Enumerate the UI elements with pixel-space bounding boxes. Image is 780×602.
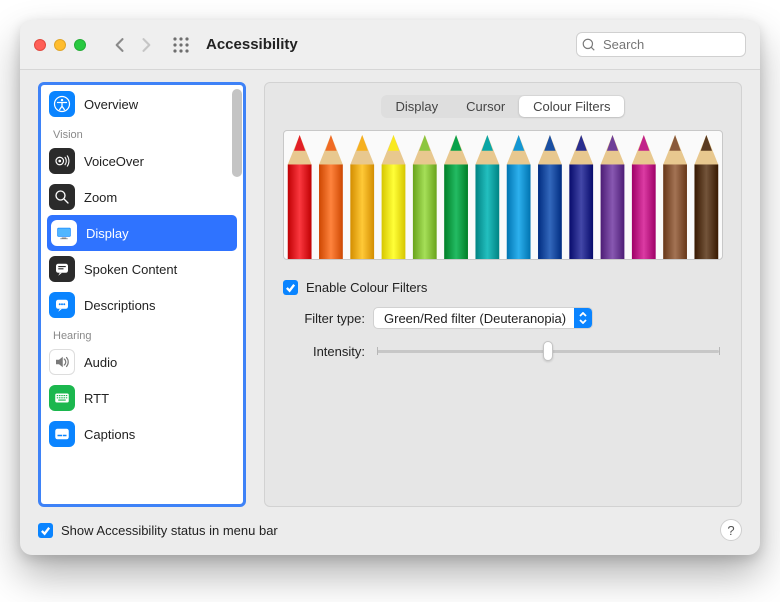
- window-minimize-button[interactable]: [54, 39, 66, 51]
- titlebar: Accessibility: [20, 20, 760, 70]
- nav-back-button[interactable]: [110, 35, 130, 55]
- tab-bar: Display Cursor Colour Filters: [381, 95, 626, 118]
- dropdown-stepper-icon: [574, 308, 592, 328]
- sidebar-item-voiceover[interactable]: VoiceOver: [41, 143, 243, 179]
- columns: Overview Vision VoiceOver Zoom: [38, 82, 742, 507]
- intensity-slider[interactable]: [373, 341, 723, 361]
- search-icon: [582, 38, 596, 52]
- nav-arrows: [110, 35, 156, 55]
- window-fullscreen-button[interactable]: [74, 39, 86, 51]
- sidebar-scrollbar[interactable]: [232, 89, 242, 177]
- captions-icon: [49, 421, 75, 447]
- sidebar-item-audio[interactable]: Audio: [41, 344, 243, 380]
- traffic-lights: [34, 39, 86, 51]
- display-icon: [51, 220, 77, 246]
- search-input[interactable]: [576, 32, 746, 57]
- sidebar-item-label: Captions: [84, 427, 135, 442]
- tab-cursor[interactable]: Cursor: [452, 96, 519, 117]
- settings-panel: Display Cursor Colour Filters Enable Col…: [264, 82, 742, 507]
- sidebar-item-label: Display: [86, 226, 129, 241]
- sidebar: Overview Vision VoiceOver Zoom: [38, 82, 246, 507]
- footer-row: Show Accessibility status in menu bar ?: [38, 507, 742, 541]
- nav-forward-button[interactable]: [136, 35, 156, 55]
- sidebar-item-label: Descriptions: [84, 298, 156, 313]
- zoom-icon: [49, 184, 75, 210]
- sidebar-item-label: Audio: [84, 355, 117, 370]
- accessibility-icon: [49, 91, 75, 117]
- sidebar-item-rtt[interactable]: RTT: [41, 380, 243, 416]
- sidebar-item-display[interactable]: Display: [47, 215, 237, 251]
- sidebar-item-zoom[interactable]: Zoom: [41, 179, 243, 215]
- search-field[interactable]: [576, 32, 746, 57]
- show-in-menubar-checkbox[interactable]: [38, 523, 53, 538]
- show-in-menubar-label: Show Accessibility status in menu bar: [61, 523, 278, 538]
- pencil-preview: [283, 130, 723, 260]
- spoken-content-icon: [49, 256, 75, 282]
- section-heading-vision: Vision: [41, 122, 243, 143]
- filter-type-dropdown[interactable]: Green/Red filter (Deuteranopia): [373, 307, 593, 329]
- window-close-button[interactable]: [34, 39, 46, 51]
- filter-type-label: Filter type:: [283, 311, 365, 326]
- intensity-row: Intensity:: [283, 341, 723, 361]
- enable-colour-filters-checkbox[interactable]: [283, 280, 298, 295]
- sidebar-item-captions[interactable]: Captions: [41, 416, 243, 452]
- audio-icon: [49, 349, 75, 375]
- intensity-label: Intensity:: [283, 344, 365, 359]
- section-heading-hearing: Hearing: [41, 323, 243, 344]
- sidebar-item-descriptions[interactable]: Descriptions: [41, 287, 243, 323]
- sidebar-item-spoken-content[interactable]: Spoken Content: [41, 251, 243, 287]
- enable-colour-filters-row: Enable Colour Filters: [283, 280, 723, 295]
- tab-colour-filters[interactable]: Colour Filters: [519, 96, 624, 117]
- sidebar-item-label: Zoom: [84, 190, 117, 205]
- sidebar-item-label: RTT: [84, 391, 109, 406]
- help-button[interactable]: ?: [720, 519, 742, 541]
- sidebar-item-label: VoiceOver: [84, 154, 144, 169]
- window-title: Accessibility: [206, 36, 298, 53]
- enable-colour-filters-label: Enable Colour Filters: [306, 280, 427, 295]
- show-all-button[interactable]: [172, 36, 190, 54]
- sidebar-item-label: Spoken Content: [84, 262, 177, 277]
- body: Overview Vision VoiceOver Zoom: [20, 70, 760, 555]
- filter-type-row: Filter type: Green/Red filter (Deuterano…: [283, 307, 723, 329]
- sidebar-item-label: Overview: [84, 97, 138, 112]
- rtt-icon: [49, 385, 75, 411]
- voiceover-icon: [49, 148, 75, 174]
- sidebar-item-overview[interactable]: Overview: [41, 86, 243, 122]
- tab-display[interactable]: Display: [382, 96, 453, 117]
- filter-type-value: Green/Red filter (Deuteranopia): [384, 311, 566, 326]
- preferences-window: Accessibility Overview Vision: [20, 20, 760, 555]
- descriptions-icon: [49, 292, 75, 318]
